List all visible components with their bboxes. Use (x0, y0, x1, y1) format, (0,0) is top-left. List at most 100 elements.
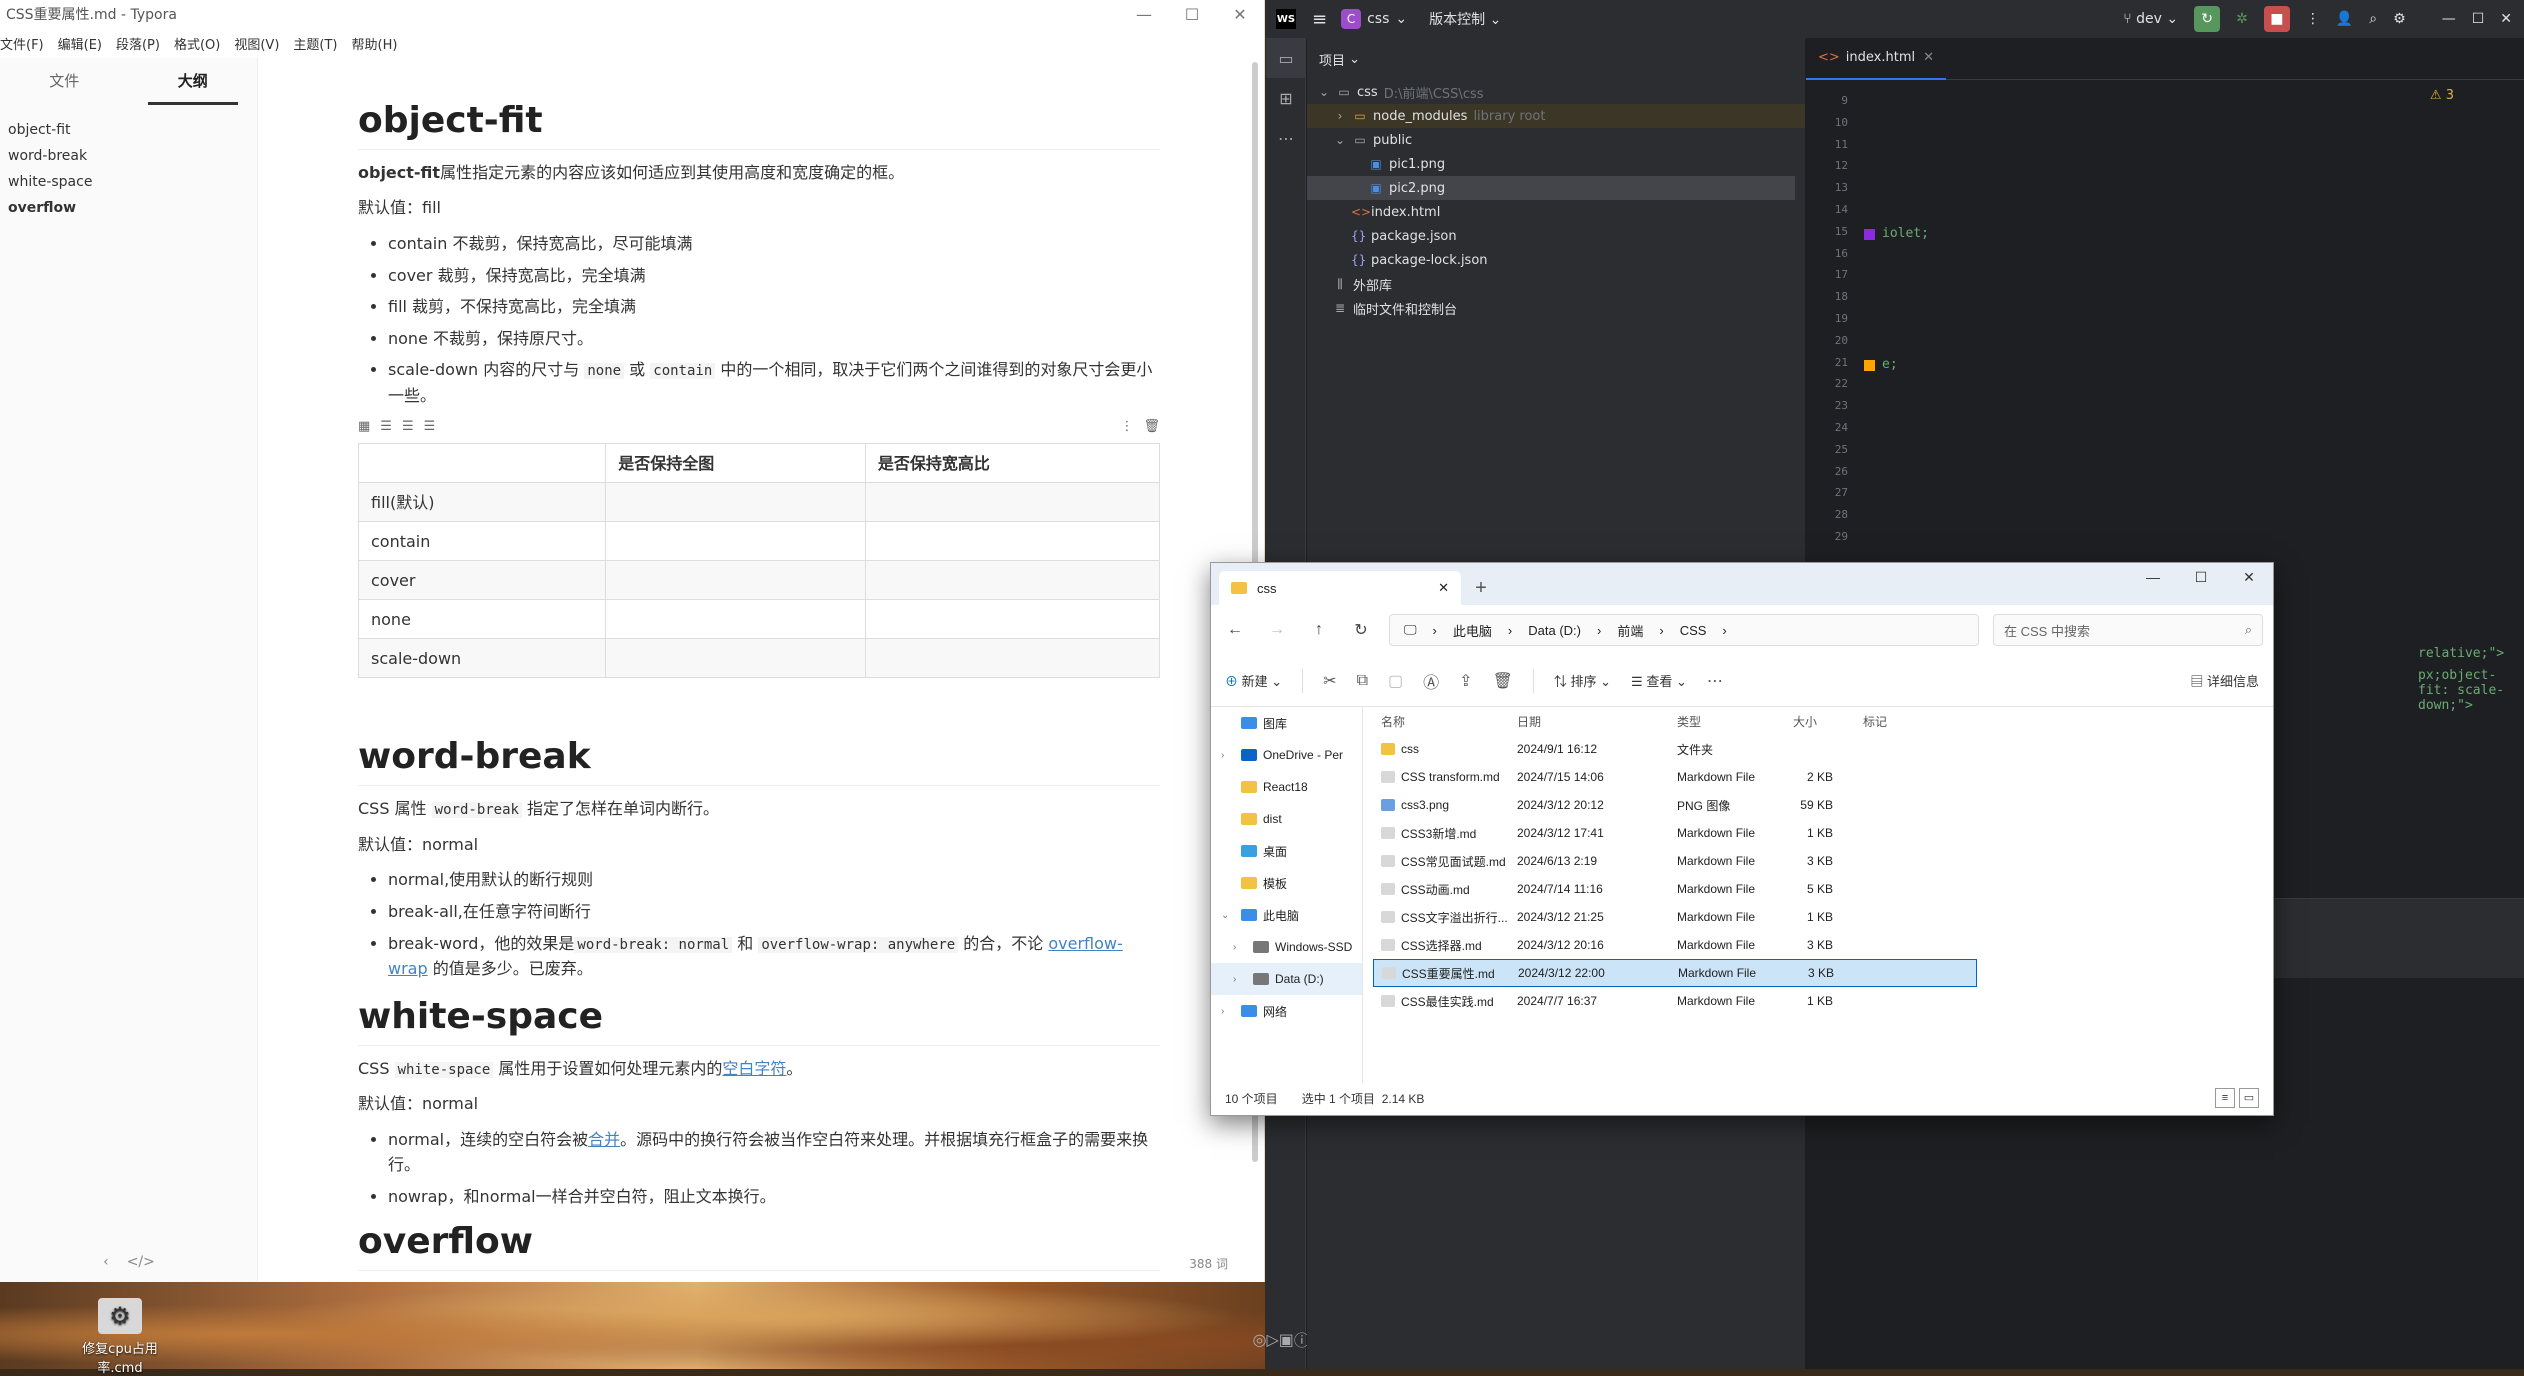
breadcrumb-item[interactable]: 前端 (1617, 621, 1643, 640)
warning-indicator[interactable]: ⚠ 3 (2430, 88, 2454, 103)
terminal-icon[interactable]: ▣ (1279, 1319, 1294, 1359)
up-icon[interactable]: ↑ (1305, 621, 1333, 639)
project-tool-icon[interactable]: ▭ (1266, 38, 1306, 78)
close-tab-icon[interactable]: ✕ (1923, 50, 1934, 65)
new-button[interactable]: ⊕ 新建 ⌄ (1225, 671, 1282, 690)
nav-item[interactable]: › Windows-SSD (1211, 931, 1362, 963)
nav-item[interactable]: › OneDrive - Per (1211, 739, 1362, 771)
word-count[interactable]: 388 词 (1189, 1255, 1228, 1272)
delete-icon[interactable]: 🗑 (1493, 671, 1513, 691)
outline-item-current[interactable]: overflow (0, 196, 257, 222)
refresh-icon[interactable]: ↻ (1347, 620, 1375, 640)
align-center-icon[interactable]: ☰ (402, 417, 414, 438)
file-row[interactable]: CSS文字溢出折行... 2024/3/12 21:25 Markdown File… (1373, 903, 2273, 931)
breadcrumb-item[interactable]: CSS (1680, 623, 1707, 638)
column-type[interactable]: 类型 (1671, 713, 1789, 730)
tab-index-html[interactable]: <> index.html ✕ (1806, 38, 1947, 80)
menu-file[interactable]: 文件(F) (0, 34, 44, 53)
file-row[interactable]: css 2024/9/1 16:12 文件夹 (1373, 735, 2273, 763)
details-view-icon[interactable]: ≡ (2215, 1088, 2235, 1108)
outline-item[interactable]: white-space (0, 170, 257, 196)
tree-scratches[interactable]: ≣ 临时文件和控制台 (1307, 296, 1805, 320)
tree-folder-node-modules[interactable]: › ▭ node_modules library root (1307, 104, 1805, 128)
close-icon[interactable]: ✕ (2225, 563, 2273, 591)
rename-icon[interactable]: Ⓐ (1423, 669, 1439, 693)
file-row[interactable]: CSS常见面试题.md 2024/6/13 2:19 Markdown File 3 … (1373, 847, 2273, 875)
tree-file[interactable]: ▣ pic1.png (1307, 152, 1805, 176)
structure-icon[interactable]: ⊞ (1266, 78, 1306, 118)
menu-help[interactable]: 帮助(H) (352, 34, 398, 53)
debug-icon[interactable]: ✲ (2236, 11, 2248, 27)
copy-icon[interactable]: ⧉ (1357, 672, 1368, 690)
close-tab-icon[interactable]: ✕ (1438, 580, 1449, 596)
document[interactable]: object-fit object-fit属性指定元素的内容应该如何适应到其使用… (357, 58, 1161, 1281)
column-tags[interactable]: 标记 (1847, 713, 1907, 730)
file-row[interactable]: CSS最佳实践.md 2024/7/7 16:37 Markdown File 1 K… (1373, 987, 2273, 1015)
cut-icon[interactable]: ✂ (1323, 671, 1336, 691)
color-swatch[interactable] (1864, 360, 1875, 371)
search-icon[interactable]: ⌕ (2369, 11, 2377, 27)
nav-item[interactable]: dist (1211, 803, 1362, 835)
file-row[interactable]: css3.png 2024/3/12 20:12 PNG 图像 59 KB (1373, 791, 2273, 819)
tree-file[interactable]: <> index.html (1307, 200, 1805, 224)
hamburger-menu-icon[interactable]: ≡ (1312, 9, 1327, 30)
chevron-left-icon[interactable]: ‹ (103, 1254, 109, 1270)
tree-file[interactable]: {} package-lock.json (1307, 248, 1805, 272)
file-row[interactable]: CSS选择器.md 2024/3/12 20:16 Markdown File 3 K… (1373, 931, 2273, 959)
tree-root[interactable]: ⌄ ▭ css D:\前端\CSS\css (1307, 80, 1805, 104)
nav-item[interactable]: › 网络 (1211, 995, 1362, 1027)
more-tools-icon[interactable]: ⋯ (1266, 118, 1306, 158)
breadcrumb-item[interactable]: 此电脑 (1453, 621, 1492, 640)
source-code-icon[interactable]: </> (127, 1254, 155, 1270)
sort-button[interactable]: ⇅ 排序 ⌄ (1554, 671, 1611, 690)
color-swatch[interactable] (1864, 229, 1875, 240)
forward-icon[interactable]: → (1263, 621, 1291, 639)
paste-icon[interactable]: ▢ (1388, 671, 1403, 691)
tab-files[interactable]: 文件 (0, 58, 129, 104)
tree-file-selected[interactable]: ▣ pic2.png (1307, 176, 1795, 200)
table-grid-icon[interactable]: ▦ (358, 417, 370, 438)
settings-icon[interactable]: ⚙ (2393, 11, 2406, 27)
more-icon[interactable]: ⋮ (2306, 11, 2320, 27)
more-icon[interactable]: ⋮ (1120, 417, 1133, 438)
desktop-shortcut[interactable]: ⚙ 修复cpu占用率.cmd (60, 1298, 180, 1376)
run-icon[interactable]: ▷ (1266, 1319, 1278, 1359)
share-icon[interactable]: ⇪ (1459, 671, 1472, 691)
menu-paragraph[interactable]: 段落(P) (116, 34, 160, 53)
menu-theme[interactable]: 主题(T) (293, 34, 337, 53)
link[interactable]: 空白字符 (722, 1059, 786, 1078)
menu-view[interactable]: 视图(V) (234, 34, 279, 53)
file-row-selected[interactable]: CSS重要属性.md 2024/3/12 22:00 Markdown File 3 … (1373, 959, 1977, 987)
new-tab-icon[interactable]: + (1461, 571, 1501, 605)
align-right-icon[interactable]: ☰ (424, 417, 436, 438)
column-date[interactable]: 日期 (1511, 713, 1671, 730)
tree-folder-public[interactable]: ⌄ ▭ public (1307, 128, 1805, 152)
account-icon[interactable]: 👤 (2336, 11, 2353, 27)
tiles-view-icon[interactable]: ▭ (2239, 1088, 2259, 1108)
link[interactable]: 合并 (588, 1130, 620, 1149)
align-left-icon[interactable]: ☰ (380, 417, 392, 438)
maximize-icon[interactable]: ☐ (2472, 11, 2485, 27)
stop-icon[interactable]: ■ (2263, 6, 2290, 32)
tab-outline[interactable]: 大纲 (129, 58, 258, 105)
file-row[interactable]: CSS动画.md 2024/7/14 11:16 Markdown File 5 KB (1373, 875, 2273, 903)
close-icon[interactable]: ✕ (2500, 11, 2512, 27)
vcs-selector[interactable]: 版本控制 ⌄ (1429, 9, 1501, 29)
project-panel-header[interactable]: 项目 ⌄ (1307, 38, 1805, 80)
address-bar[interactable]: 🖵 › 此电脑 › Data (D:) › 前端 › CSS › (1389, 614, 1979, 646)
project-selector[interactable]: C css ⌄ (1341, 9, 1407, 29)
minimize-icon[interactable]: — (1120, 5, 1168, 24)
details-button[interactable]: ▤ 详细信息 (2190, 671, 2259, 690)
back-icon[interactable]: ← (1221, 621, 1249, 639)
close-icon[interactable]: ✕ (1216, 5, 1264, 24)
more-icon[interactable]: ⋯ (1707, 671, 1723, 691)
nav-item[interactable]: ⌄ 此电脑 (1211, 899, 1362, 931)
nav-item[interactable]: 桌面 (1211, 835, 1362, 867)
maximize-icon[interactable]: ☐ (1168, 5, 1216, 24)
nav-item[interactable]: 图库 (1211, 707, 1362, 739)
nav-item-selected[interactable]: › Data (D:) (1211, 963, 1362, 995)
breadcrumb-item[interactable]: Data (D:) (1528, 623, 1581, 638)
column-name[interactable]: 名称 (1373, 713, 1511, 730)
column-size[interactable]: 大小 (1789, 713, 1847, 730)
services-icon[interactable]: ◎ (1252, 1319, 1266, 1359)
